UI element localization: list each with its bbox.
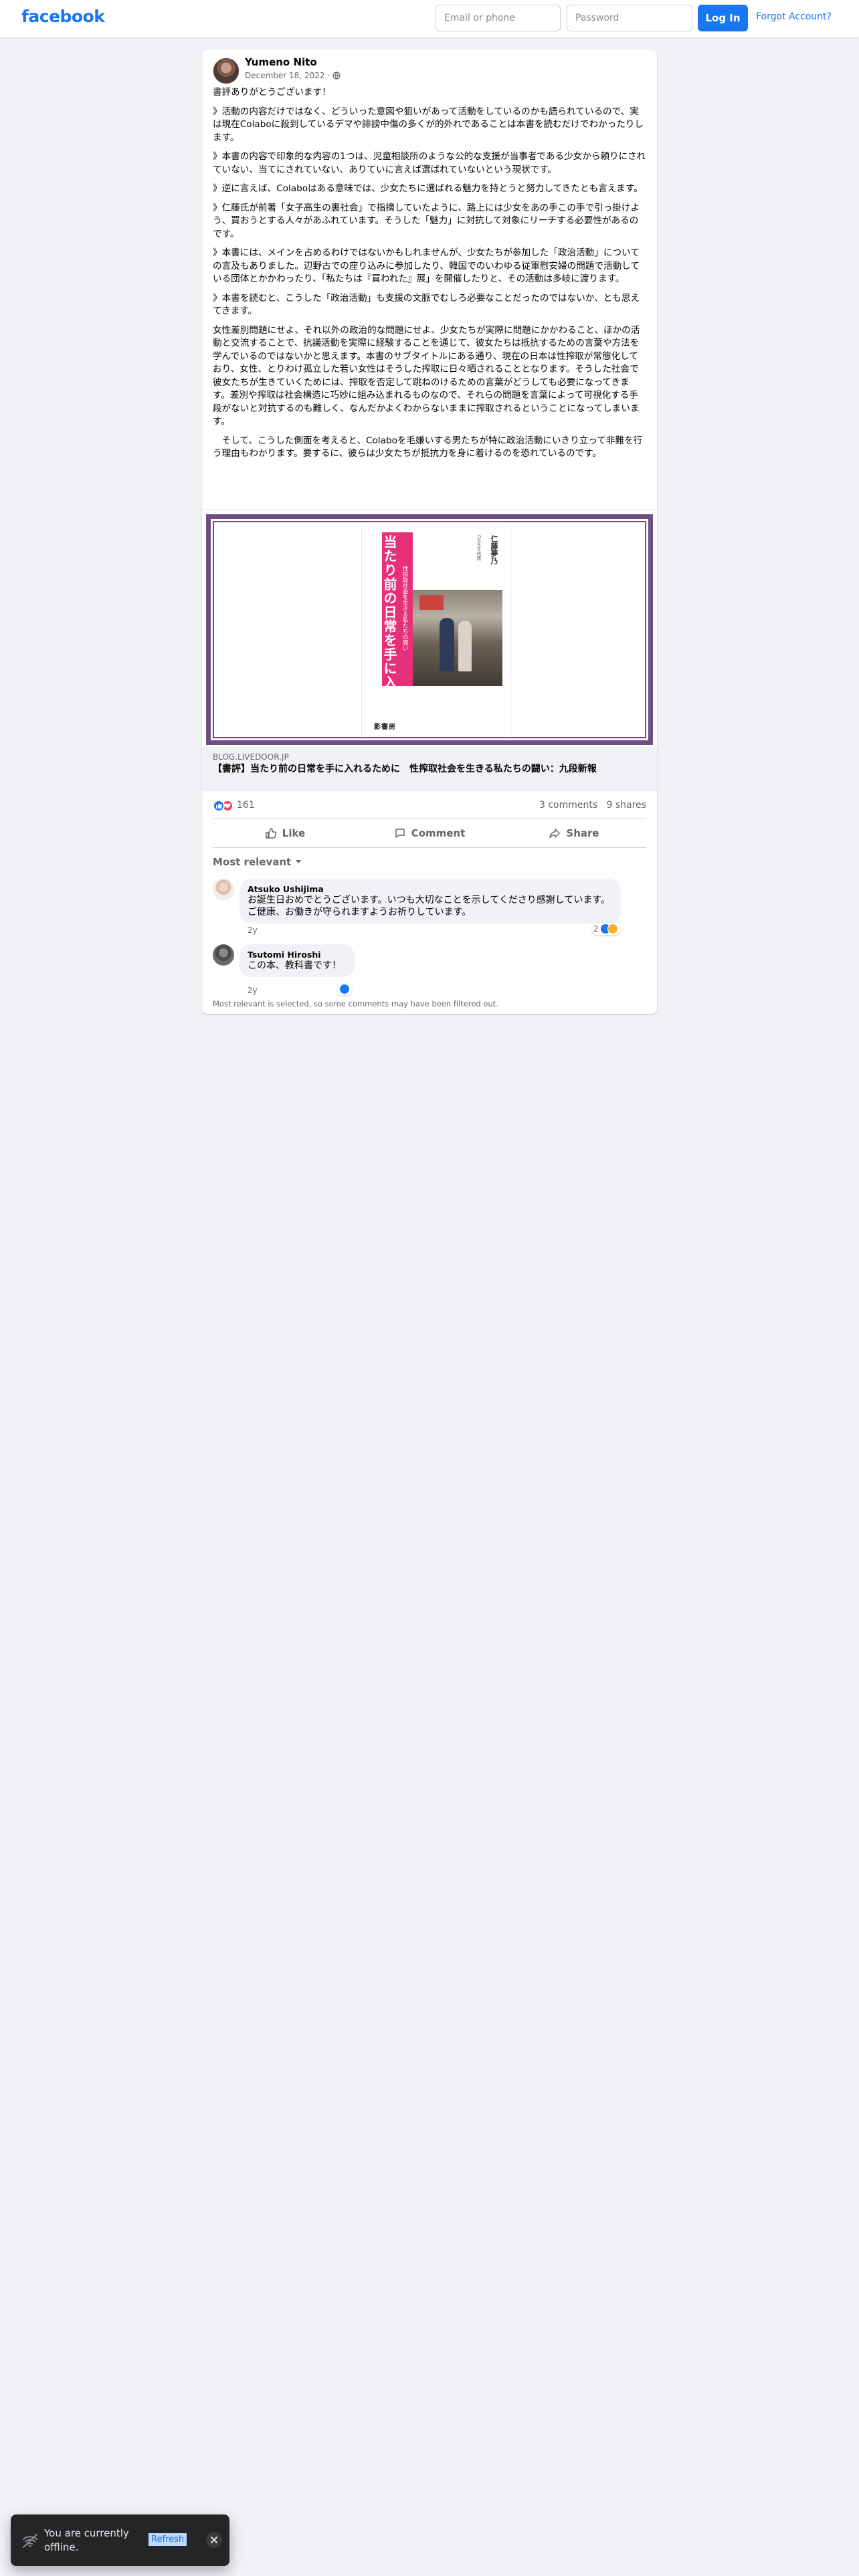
photo-figure xyxy=(440,618,454,671)
comment-reaction-count: 2 xyxy=(593,924,599,934)
link-domain: blog.livedoor.jp xyxy=(213,752,289,762)
book-author-label: Colabo代表 xyxy=(476,535,482,561)
author-avatar[interactable] xyxy=(213,58,240,84)
post-paragraph: 》仁藤氏が前著「女子高生の裏社会」で指摘していたように、路上には少女をあの手この… xyxy=(213,202,640,239)
post-meta: December 18, 2022 · xyxy=(245,71,341,80)
comment-reactions[interactable] xyxy=(337,983,352,995)
book-cover: 当たり前の日常を手に入れるために 性搾取社会を生きる私たちの闘い Colabo代… xyxy=(362,528,510,737)
comment-sort-dropdown[interactable]: Most relevant xyxy=(213,856,302,868)
link-preview-image[interactable]: 当たり前の日常を手に入れるために 性搾取社会を生きる私たちの闘い Colabo代… xyxy=(202,510,657,747)
post-paragraph: 》活動の内容だけではなく、どういった意図や狙いがあって活動をしているのかも語られ… xyxy=(213,106,644,143)
like-reaction-icon xyxy=(339,984,350,994)
preview-frame: 当たり前の日常を手に入れるために 性搾取社会を生きる私たちの闘い Colabo代… xyxy=(206,514,653,745)
filter-note: Most relevant is selected, so some comme… xyxy=(213,999,498,1008)
comment-author[interactable]: Tsutomi Hiroshi xyxy=(248,950,347,960)
comment-text: この本、教科書です！ xyxy=(248,960,341,971)
post-text: 書評ありがとうございます！ 》活動の内容だけではなく、どういった意図や狙いがあっ… xyxy=(213,86,646,467)
comment-time[interactable]: 2y xyxy=(248,986,258,995)
post-action-bar: Like Comment Share xyxy=(213,819,646,848)
comment-button[interactable]: Comment xyxy=(357,819,502,847)
photo-figure xyxy=(458,621,472,671)
book-title: 当たり前の日常を手に入れるために xyxy=(367,535,397,732)
post-date[interactable]: December 18, 2022 xyxy=(245,71,324,80)
refresh-button[interactable]: Refresh xyxy=(149,2533,187,2546)
book-subtitle: 性搾取社会を生きる私たちの闘い xyxy=(401,566,408,651)
thumbs-up-icon xyxy=(266,828,276,839)
post-paragraph: 》逆に言えば、Colaboはある意味では、少女たちに選ばれる魅力を持とうと努力し… xyxy=(213,183,643,194)
wifi-off-icon xyxy=(23,2534,37,2548)
meta-separator: · xyxy=(327,71,330,80)
comment-share-counts: 3 comments 9 shares xyxy=(539,800,646,811)
share-button[interactable]: Share xyxy=(502,819,646,847)
like-button[interactable]: Like xyxy=(213,819,357,847)
comment-label: Comment xyxy=(411,827,466,839)
post-paragraph: 》本書を読むと、こうした「政治活動」も支援の文脈でむしろ必要なことだったのではな… xyxy=(213,292,640,317)
post-paragraph: 女性差別問題にせよ、それ以外の政治的な問題にせよ、少女たちが実際に問題にかかわる… xyxy=(213,324,640,427)
like-label: Like xyxy=(282,827,306,839)
sort-label: Most relevant xyxy=(213,856,292,868)
offline-toast: You are currently offline. Refresh xyxy=(11,2514,229,2566)
link-title[interactable]: 【書評】当たり前の日常を手に入れるために 性搾取社会を生きる私たちの闘い：九段新… xyxy=(213,763,646,775)
top-navigation-bar: facebook Log In Forgot Account? xyxy=(0,0,859,37)
comment-reactions[interactable]: 2 xyxy=(591,923,620,935)
forgot-account-link[interactable]: Forgot Account? xyxy=(756,11,832,22)
book-publisher: 影書房 xyxy=(374,724,396,731)
facebook-logo[interactable]: facebook xyxy=(21,7,105,26)
comment-bubble: Tsutomi Hiroshi この本、教科書です！ xyxy=(240,944,355,977)
link-caption[interactable]: blog.livedoor.jp 【書評】当たり前の日常を手に入れるために 性搾… xyxy=(202,747,657,791)
globe-icon xyxy=(332,72,341,80)
share-label: Share xyxy=(566,827,599,839)
offline-message: You are currently offline. xyxy=(44,2527,129,2553)
share-icon xyxy=(549,829,561,839)
comment-item: Atsuko Ushijima お誕生日おめでとうございます。いつも大切なことを… xyxy=(213,879,646,935)
comments-count[interactable]: 3 comments xyxy=(539,800,597,811)
post-paragraph: 》本書には、メインを占めるわけではないかもしれませんが、少女たちが参加した「政治… xyxy=(213,247,640,284)
comment-text: お誕生日おめでとうございます。いつも大切なことを示してくださり感謝しています。ご… xyxy=(248,895,610,918)
password-field[interactable] xyxy=(567,5,692,31)
comment-item: Tsutomi Hiroshi この本、教科書です！ 2y xyxy=(213,944,646,995)
like-reaction-icon[interactable] xyxy=(213,800,225,812)
reaction-count[interactable]: 161 xyxy=(237,800,255,811)
post-card: Yumeno Nito December 18, 2022 · 書評ありがとうご… xyxy=(202,49,657,1014)
login-button[interactable]: Log In xyxy=(698,5,748,31)
book-title-band xyxy=(382,532,413,686)
caret-down-icon xyxy=(296,860,302,863)
commenter-avatar[interactable] xyxy=(213,944,234,966)
post-paragraph: そして、こうした側面を考えると、Colaboを毛嫌いする男たちが特に政治活動にい… xyxy=(213,435,643,459)
toast-close-button[interactable] xyxy=(206,2532,222,2548)
book-author: 仁藤夢乃 xyxy=(490,535,498,564)
close-icon xyxy=(211,2537,217,2543)
post-author[interactable]: Yumeno Nito xyxy=(245,56,317,68)
post-paragraph: 書評ありがとうございます！ xyxy=(213,87,331,98)
book-cover-photo xyxy=(413,590,502,686)
comment-time[interactable]: 2y xyxy=(248,926,258,935)
email-field[interactable] xyxy=(436,5,561,31)
comment-author[interactable]: Atsuko Ushijima xyxy=(248,884,613,894)
commenter-avatar[interactable] xyxy=(213,879,234,900)
photo-sign xyxy=(419,595,444,610)
comment-icon xyxy=(395,829,405,838)
care-reaction-icon xyxy=(607,924,618,934)
shares-count[interactable]: 9 shares xyxy=(607,800,646,811)
reaction-stats: 161 3 comments 9 shares xyxy=(213,798,646,813)
post-paragraph: 》本書の内容で印象的な内容の1つは、児童相談所のような公的な支援が当事者である少… xyxy=(213,151,646,175)
comment-bubble: Atsuko Ushijima お誕生日おめでとうございます。いつも大切なことを… xyxy=(240,879,621,924)
